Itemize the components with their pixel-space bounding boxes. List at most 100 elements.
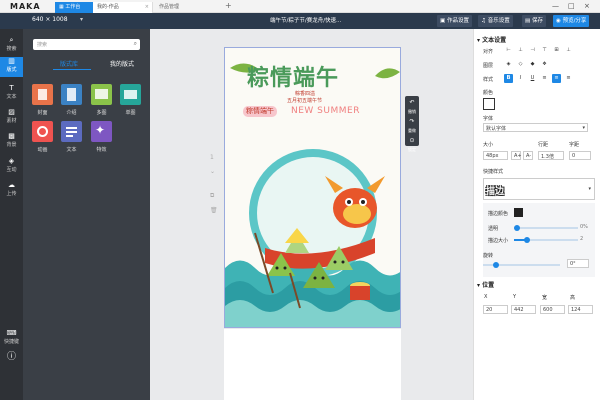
layout-icon: ▥ <box>8 57 15 65</box>
help-icon[interactable]: ⓘ <box>0 353 23 367</box>
editor-toolbar: 640 × 1008 ▾ 端午节/粽子节/赛龙舟/快速... ▣ 作品设置 ♫ … <box>0 13 600 29</box>
slider-knob[interactable] <box>493 262 499 268</box>
search-input[interactable]: 搜索 ⌕ <box>33 39 140 50</box>
bold-icon[interactable]: B <box>504 74 513 83</box>
tab-my-works[interactable]: 我的-作品 × <box>93 2 153 13</box>
width-input[interactable]: 600 <box>540 305 565 314</box>
opacity-slider[interactable] <box>514 225 578 231</box>
layout-tile-intro[interactable] <box>61 84 82 105</box>
canvas-size[interactable]: 640 × 1008 <box>32 16 68 23</box>
font-size-increase-button[interactable]: A+ <box>511 151 522 160</box>
text-settings-header[interactable]: ▾ 文本设置 <box>477 35 506 44</box>
nav-material[interactable]: ▨ 素材 <box>0 108 23 126</box>
poster-subtitle-1[interactable]: 粽香四溢 <box>295 90 315 97</box>
tab-works-manage[interactable]: 作品管理 <box>155 2 215 13</box>
text-color-swatch[interactable] <box>483 98 495 110</box>
work-settings-button[interactable]: ▣ 作品设置 <box>437 15 472 27</box>
nav-interact[interactable]: ◈ 互动 <box>0 157 23 175</box>
floating-history-bar: ↶ 撤销 ↷ 重做 ⊙ 锁定 <box>405 96 419 152</box>
layout-tile-single-image[interactable] <box>120 84 141 105</box>
layout-tile-multi-image[interactable] <box>91 84 112 105</box>
new-tab-button[interactable]: + <box>225 1 232 10</box>
lock-button[interactable]: ⊙ 锁定 <box>405 137 419 153</box>
height-input[interactable]: 124 <box>568 305 593 314</box>
slider-knob[interactable] <box>524 237 530 243</box>
poster-badge[interactable]: 粽情端午 <box>243 106 277 117</box>
tab-my-layouts[interactable]: 我的版式 <box>110 59 134 68</box>
nav-shortcuts[interactable]: ⌨ 快捷键 <box>0 329 23 349</box>
preview-share-button[interactable]: ◉ 预览/分享 <box>553 15 590 27</box>
layout-tile-effects[interactable]: ✦ <box>91 121 112 142</box>
position-header[interactable]: ▾ 位置 <box>477 280 494 289</box>
stroke-color-swatch[interactable] <box>514 208 523 217</box>
pos-x-input[interactable]: 20 <box>483 305 508 314</box>
nav-search[interactable]: ⌕ 搜索 <box>0 36 23 54</box>
slider-knob[interactable] <box>514 225 520 231</box>
font-size-decrease-button[interactable]: A- <box>523 151 533 160</box>
nav-layout[interactable]: ▥ 版式 <box>0 57 23 77</box>
opacity-value: 0% <box>580 224 588 230</box>
align-middle-icon[interactable]: ⊞ <box>552 46 561 55</box>
search-icon: ⌕ <box>9 36 14 44</box>
maximize-icon[interactable]: □ <box>568 2 575 10</box>
interact-icon: ◈ <box>8 157 15 165</box>
copy-page-icon[interactable]: ⧉ <box>210 192 214 200</box>
pos-y-input[interactable]: 442 <box>511 305 536 314</box>
redo-label: 重做 <box>408 128 416 133</box>
left-nav: ⌕ 搜索 ▥ 版式 T 文本 ▨ 素材 ▩ 背景 ◈ 互动 ☁ 上传 ⌨ 快捷键 ⓘ <box>0 29 23 400</box>
layer-bottom-icon[interactable]: ❖ <box>540 60 549 69</box>
save-button[interactable]: ▤ 保存 <box>522 15 546 27</box>
stroke-size-slider[interactable] <box>514 237 578 243</box>
italic-icon[interactable]: I <box>516 74 525 83</box>
rotate-slider[interactable] <box>483 262 560 268</box>
chevron-down-icon[interactable]: ▾ <box>80 16 83 23</box>
layout-tile-cover[interactable] <box>32 84 53 105</box>
layout-tile-text[interactable] <box>61 121 82 142</box>
underline-icon[interactable]: U <box>528 74 537 83</box>
layer-up-icon[interactable]: ◈ <box>504 60 513 69</box>
search-icon[interactable]: ⌕ <box>134 40 137 48</box>
letter-spacing-select[interactable]: 0 <box>569 151 591 160</box>
layer-top-icon[interactable]: ◆ <box>528 60 537 69</box>
font-select[interactable]: 默认字体 ▾ <box>483 123 588 132</box>
poster-english[interactable]: NEW SUMMER <box>291 106 360 116</box>
button-label: 作品设置 <box>446 18 469 24</box>
redo-button[interactable]: ↷ 重做 <box>405 118 419 134</box>
font-size-value: 48px <box>486 153 499 159</box>
nav-background[interactable]: ▩ 背景 <box>0 132 23 150</box>
letter-spacing-label: 字距 <box>569 142 580 148</box>
workspace: 1 ⌄ ⧉ 🗑 粽情端午 粽香四溢 五月初五端午节 粽情端午 NEW SUMME… <box>150 29 473 400</box>
close-window-icon[interactable]: × <box>584 2 590 10</box>
minimize-icon[interactable]: — <box>552 2 559 10</box>
line-height-select[interactable]: 1.3倍 <box>538 151 564 160</box>
text-align-left-icon[interactable]: ≡ <box>540 74 549 83</box>
nav-text[interactable]: T 文本 <box>0 84 23 102</box>
tab-layout-library[interactable]: 版式库 <box>60 59 78 68</box>
align-top-icon[interactable]: ⊤ <box>540 46 549 55</box>
poster-title[interactable]: 粽情端午 <box>247 60 339 92</box>
align-right-icon[interactable]: ⊣ <box>528 46 537 55</box>
delete-page-icon[interactable]: 🗑 <box>210 207 218 214</box>
font-size-input[interactable]: 48px <box>483 151 508 160</box>
chevron-down-icon[interactable]: ⌄ <box>210 168 215 175</box>
text-align-right-icon[interactable]: ≡ <box>564 74 573 83</box>
close-icon[interactable]: × <box>145 3 149 12</box>
rotate-input[interactable]: 0° <box>567 259 589 268</box>
nav-upload[interactable]: ☁ 上传 <box>0 181 23 199</box>
align-left-icon[interactable]: ⊢ <box>504 46 513 55</box>
text-align-center-icon[interactable]: ≡ <box>552 74 561 83</box>
tab-workbench[interactable]: ▦ 工作台 <box>55 2 93 13</box>
quick-style-select[interactable]: 描边 ▾ <box>483 178 595 200</box>
tab-label: 工作台 <box>65 4 81 10</box>
height-label: 高 <box>570 295 576 301</box>
align-bottom-icon[interactable]: ⊥ <box>564 46 573 55</box>
poster-subtitle-2[interactable]: 五月初五端午节 <box>287 97 322 104</box>
align-center-icon[interactable]: ⊥ <box>516 46 525 55</box>
work-title[interactable]: 端午节/粽子节/赛龙舟/快速... <box>270 16 341 24</box>
music-settings-button[interactable]: ♫ 音乐设置 <box>478 15 513 27</box>
undo-button[interactable]: ↶ 撤销 <box>405 99 419 115</box>
letter-spacing-value: 0 <box>572 153 576 159</box>
poster-canvas[interactable]: 粽情端午 粽香四溢 五月初五端午节 粽情端午 NEW SUMMER <box>224 47 401 328</box>
layout-tile-animation[interactable] <box>32 121 53 142</box>
layer-down-icon[interactable]: ◇ <box>516 60 525 69</box>
